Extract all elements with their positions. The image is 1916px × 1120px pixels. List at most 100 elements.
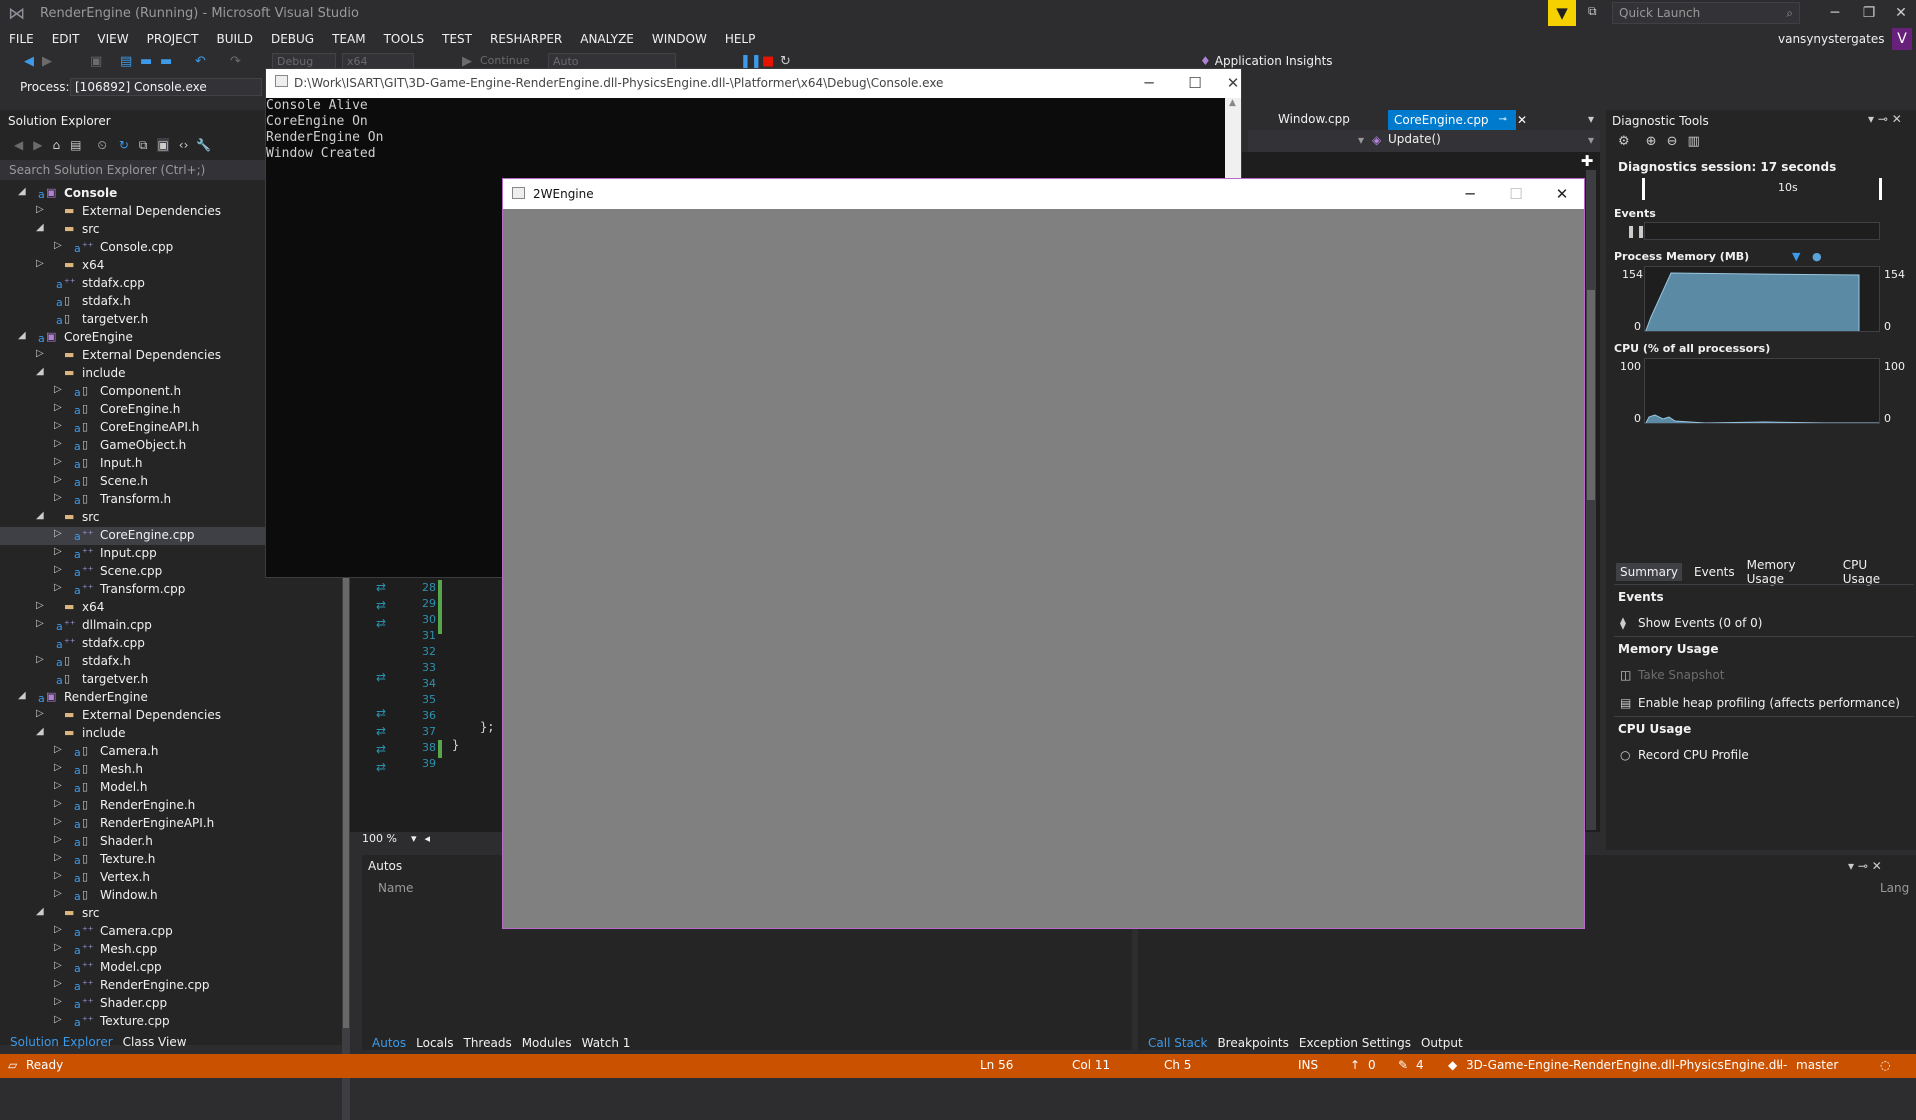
save-icon[interactable]: ▬ — [140, 54, 152, 69]
collapsed-arrow-icon[interactable]: ▷ — [54, 546, 62, 557]
events-section-header[interactable]: Events — [1614, 207, 1656, 220]
forward-icon[interactable]: ▶ — [33, 138, 42, 152]
reset-zoom-icon[interactable]: ▥ — [1687, 134, 1699, 149]
expanded-arrow-icon[interactable]: ◢ — [18, 330, 26, 341]
notification-icon[interactable]: ◌ — [1880, 1058, 1890, 1072]
collapsed-arrow-icon[interactable]: ▷ — [54, 1014, 62, 1025]
scroll-left-icon[interactable]: ◂ — [424, 832, 430, 845]
stop-icon[interactable]: ■ — [762, 54, 774, 69]
tree-item[interactable]: ◢ a ▣ RenderEngine — [0, 689, 340, 707]
menu-analyze[interactable]: ANALYZE — [580, 32, 634, 46]
filter-icon[interactable]: ▼ — [1792, 250, 1800, 263]
zoom-out-icon[interactable]: ⊖ — [1667, 134, 1678, 149]
collapsed-arrow-icon[interactable]: ▷ — [54, 798, 62, 809]
user-name[interactable]: vansynystergates — [1778, 32, 1885, 46]
zoom-control[interactable]: 100 % ▾ ◂ — [362, 830, 502, 846]
status-unpushed[interactable]: 0 — [1368, 1058, 1376, 1072]
collapsed-arrow-icon[interactable]: ▷ — [54, 528, 62, 539]
tab-locals[interactable]: Locals — [416, 1036, 453, 1050]
tree-item[interactable]: ▷ a ▯ Vertex.h — [0, 869, 340, 887]
collapsed-arrow-icon[interactable]: ▷ — [54, 816, 62, 827]
tab-modules[interactable]: Modules — [522, 1036, 572, 1050]
expanded-arrow-icon[interactable]: ◢ — [36, 366, 44, 377]
engine-window[interactable]: 2WEngine ─ ☐ ✕ — [502, 178, 1585, 929]
collapsed-arrow-icon[interactable]: ▷ — [54, 456, 62, 467]
expanded-arrow-icon[interactable]: ◢ — [36, 510, 44, 521]
history-icon[interactable]: ⏲ — [97, 138, 106, 153]
engine-minimize-button[interactable]: ─ — [1447, 179, 1493, 209]
name-column-header[interactable]: Name — [378, 881, 413, 895]
tree-item[interactable]: ▷ a ⁺⁺ Model.cpp — [0, 959, 340, 977]
menu-window[interactable]: WINDOW — [652, 32, 707, 46]
application-insights[interactable]: ♦ Application Insights — [1200, 54, 1333, 68]
collapsed-arrow-icon[interactable]: ▷ — [54, 744, 62, 755]
pin-icon[interactable]: ⊸ — [1499, 110, 1507, 130]
record-cpu-profile-button[interactable]: ○ Record CPU Profile — [1620, 748, 1749, 762]
show-events-link[interactable]: ⧫ Show Events (0 of 0) — [1620, 616, 1762, 630]
tree-item[interactable]: ▷ ▬ x64 — [0, 599, 340, 617]
panel-menu-icon[interactable]: ▾ ⊸ ✕ — [1868, 112, 1902, 126]
tree-item[interactable]: ▷ a ▯ Model.h — [0, 779, 340, 797]
collapsed-arrow-icon[interactable]: ▷ — [54, 834, 62, 845]
engine-close-button[interactable]: ✕ — [1539, 179, 1585, 209]
undo-icon[interactable]: ↶ — [195, 54, 206, 69]
process-dropdown[interactable]: [106892] Console.exe — [70, 78, 262, 96]
tree-item[interactable]: ▷ a ▯ Mesh.h — [0, 761, 340, 779]
status-branch[interactable]: master — [1796, 1058, 1838, 1072]
save-all-icon[interactable]: ▬ — [160, 54, 172, 69]
heap-profiling-toggle[interactable]: ▤ Enable heap profiling (affects performa… — [1620, 696, 1900, 710]
split-icon[interactable]: ✚ — [1578, 152, 1596, 170]
panel-menu-icon[interactable]: ▾ ⊸ ✕ — [1848, 859, 1882, 873]
tree-item[interactable]: ▷ a ▯ Texture.h — [0, 851, 340, 869]
collapsed-arrow-icon[interactable]: ▷ — [36, 600, 44, 611]
switch-views-icon[interactable]: ▤ — [70, 138, 81, 152]
zoom-in-icon[interactable]: ⊕ — [1646, 134, 1657, 149]
redo-icon[interactable]: ↷ — [230, 54, 241, 69]
forward-icon[interactable]: ▶ — [42, 54, 52, 69]
back-icon[interactable]: ◀ — [14, 138, 23, 152]
notifications-icon[interactable]: ⧉ — [1588, 4, 1597, 19]
timeline-ruler[interactable]: 10s — [1642, 178, 1882, 200]
collapsed-arrow-icon[interactable]: ▷ — [54, 852, 62, 863]
collapsed-arrow-icon[interactable]: ▷ — [54, 474, 62, 485]
tree-item[interactable]: ◢ ▬ src — [0, 905, 340, 923]
collapsed-arrow-icon[interactable]: ▷ — [36, 204, 44, 215]
close-button[interactable]: ✕ — [1884, 0, 1916, 26]
engine-maximize-button[interactable]: ☐ — [1493, 179, 1539, 209]
collapsed-arrow-icon[interactable]: ▷ — [54, 942, 62, 953]
refresh-icon[interactable]: ↻ — [119, 138, 129, 152]
collapsed-arrow-icon[interactable]: ▷ — [54, 780, 62, 791]
collapsed-arrow-icon[interactable]: ▷ — [54, 582, 62, 593]
tab-exception-settings[interactable]: Exception Settings — [1299, 1036, 1411, 1050]
restart-icon[interactable]: ↻ — [780, 54, 791, 69]
tree-item[interactable]: ◢ ▬ include — [0, 725, 340, 743]
tree-item[interactable]: ▷ ▬ External Dependencies — [0, 707, 340, 725]
feedback-filter-icon[interactable]: ▼ — [1548, 0, 1576, 26]
menu-view[interactable]: VIEW — [97, 32, 128, 46]
chevron-down-icon[interactable]: ▾ — [1358, 133, 1364, 147]
member-dropdown[interactable]: Update() — [1388, 132, 1441, 146]
tree-item[interactable]: ▷ a ▯ Window.h — [0, 887, 340, 905]
settings-gear-icon[interactable]: ⚙ — [1618, 134, 1630, 149]
tab-watch-1[interactable]: Watch 1 — [582, 1036, 631, 1050]
memory-section-header[interactable]: Process Memory (MB) — [1614, 250, 1749, 263]
new-item-icon[interactable]: ▣ — [90, 54, 102, 69]
tab-summary[interactable]: Summary — [1616, 563, 1682, 581]
tab-breakpoints[interactable]: Breakpoints — [1217, 1036, 1288, 1050]
lang-column-header[interactable]: Lang — [1880, 881, 1909, 895]
tree-item[interactable]: ▷ a ▯ RenderEngineAPI.h — [0, 815, 340, 833]
tab-window-cpp[interactable]: Window.cpp — [1278, 112, 1350, 126]
home-icon[interactable]: ⌂ — [52, 138, 60, 152]
back-icon[interactable]: ◀ — [24, 54, 34, 69]
render-viewport[interactable] — [503, 209, 1584, 928]
collapsed-arrow-icon[interactable]: ▷ — [54, 870, 62, 881]
tree-item[interactable]: ▷ a ⁺⁺ Texture.cpp — [0, 1013, 340, 1031]
tree-item[interactable]: a ⁺⁺ stdafx.cpp — [0, 635, 340, 653]
console-title-bar[interactable]: D:\Work\ISART\GIT\3D-Game-Engine-RenderE… — [266, 69, 1241, 98]
console-minimize-button[interactable]: ─ — [1126, 69, 1172, 98]
show-all-files-icon[interactable]: ▣ — [157, 138, 169, 152]
menu-test[interactable]: TEST — [442, 32, 472, 46]
tree-item[interactable]: ▷ a ▯ Shader.h — [0, 833, 340, 851]
collapsed-arrow-icon[interactable]: ▷ — [36, 654, 44, 665]
menu-resharper[interactable]: RESHARPER — [490, 32, 562, 46]
